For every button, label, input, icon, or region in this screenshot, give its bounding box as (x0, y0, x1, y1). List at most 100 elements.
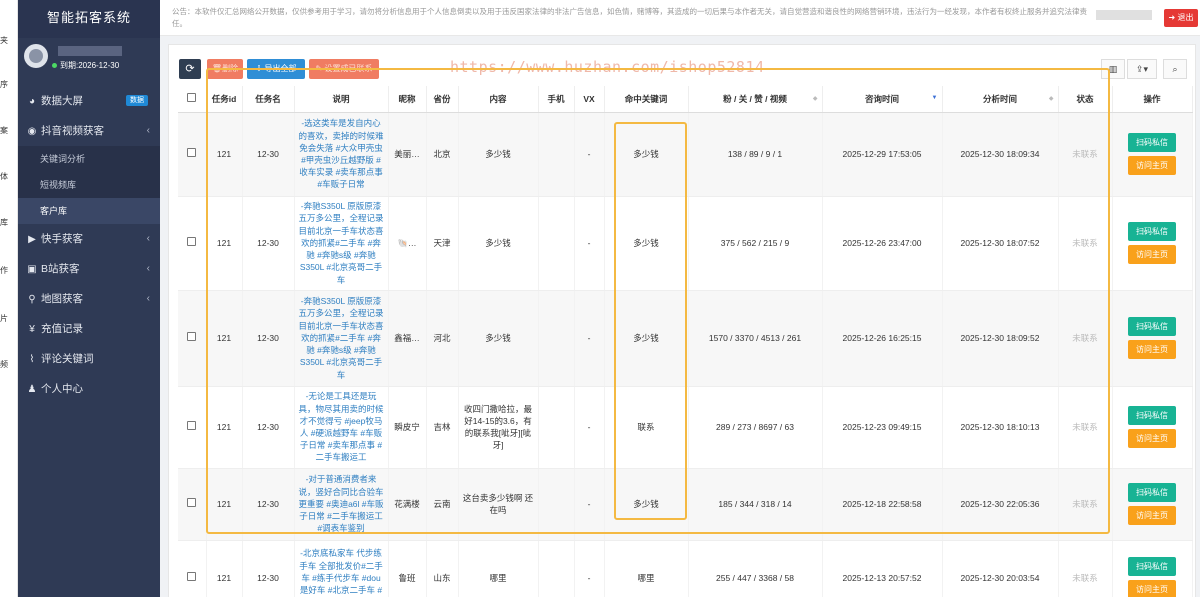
yen-icon: ¥ (29, 324, 35, 335)
header-task-name: 任务名 (242, 86, 295, 113)
chevron-icon: ‹ (146, 125, 150, 136)
cell-phone (538, 468, 575, 541)
refresh-icon: ⟳ (185, 63, 195, 75)
table-row: 121 12-30 -选这类车是发自内心的喜欢，卖掉的时候难免会失落 #大众甲壳虫 … (178, 112, 1193, 197)
sidebar-item-recharge[interactable]: ¥ 充值记录 (18, 314, 160, 344)
cell-phone (538, 112, 575, 197)
sidebar-item-label: B站获客 (41, 263, 80, 275)
scan-message-button[interactable]: 扫码私信 (1128, 222, 1176, 241)
export-dropdown-button[interactable]: ⇪▾ (1127, 59, 1157, 79)
sidebar-item-douyin[interactable]: ◉ 抖音视频获客 ‹ (18, 116, 160, 146)
cell-consult-time: 2025-12-23 09:49:15 (822, 386, 943, 469)
cell-select[interactable] (178, 112, 207, 197)
sidebar-item-data-dashboard[interactable]: ◕ 数据大屏 数据 (18, 86, 160, 116)
visit-homepage-button[interactable]: 访问主页 (1128, 245, 1176, 264)
exit-button[interactable]: ➜ 退出 (1164, 9, 1198, 27)
header-analyze-label: 分析时间 (982, 93, 1017, 104)
cell-vx: - (574, 196, 605, 291)
cell-vx: - (574, 386, 605, 469)
avatar[interactable] (24, 44, 48, 68)
header-stats[interactable]: 粉 / 关 / 赞 / 视频 ◆ (688, 86, 823, 113)
cell-keyword: 多少钱 (604, 112, 689, 197)
sidebar-item-label: 快手获客 (41, 233, 83, 245)
cell-select[interactable] (178, 196, 207, 291)
header-consult-label: 咨询时间 (864, 93, 899, 104)
scan-message-button[interactable]: 扫码私信 (1128, 557, 1176, 576)
export-dropdown-icon: ⇪▾ (1135, 64, 1149, 74)
export-all-button[interactable]: ⇩ 导出全部 (247, 59, 305, 79)
scan-message-button[interactable]: 扫码私信 (1128, 483, 1176, 502)
sidebar-item-kuaishou[interactable]: ▶ 快手获客 ‹ (18, 224, 160, 254)
header-phone: 手机 (538, 86, 575, 113)
cell-description[interactable]: -无论是工具还是玩具，物尽其用卖的时候才不觉得亏 #jeep牧马人 #硬派越野车… (294, 386, 389, 469)
visit-homepage-button[interactable]: 访问主页 (1128, 156, 1176, 175)
play-icon: ▶ (28, 234, 36, 245)
header-analyze-time[interactable]: 分析时间 ◆ (942, 86, 1059, 113)
cell-select[interactable] (178, 386, 207, 469)
visit-homepage-button[interactable]: 访问主页 (1128, 340, 1176, 359)
cell-stats: 185 / 344 / 318 / 14 (688, 468, 823, 541)
sidebar: 智能拓客系统 到期:2026-12-30 ◕ 数据大屏 数据 ◉ 抖音视频获客 ‹ … (18, 0, 160, 597)
search-button[interactable]: ⌕ (1163, 59, 1187, 79)
eye-icon: ◉ (27, 126, 37, 137)
cell-actions: 扫码私信 访问主页 (1112, 290, 1193, 387)
row-checkbox[interactable] (187, 236, 197, 246)
cell-select[interactable] (178, 468, 207, 541)
sidebar-nav: ◕ 数据大屏 数据 ◉ 抖音视频获客 ‹ 关键词分析 短视频库 客户库 ▶ 快手获客 … (18, 86, 160, 404)
scan-message-button[interactable]: 扫码私信 (1128, 317, 1176, 336)
chevron-icon: ‹ (146, 263, 150, 274)
select-all-checkbox[interactable] (187, 93, 197, 103)
visit-homepage-button[interactable]: 访问主页 (1128, 429, 1176, 448)
cell-stats: 289 / 273 / 8697 / 63 (688, 386, 823, 469)
cell-select[interactable] (178, 290, 207, 387)
user-panel: 到期:2026-12-30 (18, 38, 160, 86)
sidebar-item-map[interactable]: ⚲ 地图获客 ‹ (18, 284, 160, 314)
cell-description[interactable]: -奔驰S350L 原版原漆五万多公里，全程记录目前北京一手车状态喜欢的抓紧#二手… (294, 290, 389, 387)
cell-status: 未联系 (1058, 196, 1113, 291)
row-checkbox[interactable] (187, 497, 197, 507)
cell-task-id: 121 (206, 468, 243, 541)
header-province: 省份 (426, 86, 459, 113)
header-task-id: 任务id (206, 86, 243, 113)
exit-label: 退出 (1177, 13, 1194, 22)
cell-phone (538, 290, 575, 387)
cell-content: 多少钱 (458, 112, 539, 197)
cell-description[interactable]: -奔驰S350L 原版原漆五万多公里，全程记录目前北京一手车状态喜欢的抓紧#二手… (294, 196, 389, 291)
cell-province: 云南 (426, 468, 459, 541)
sidebar-item-label: 个人中心 (41, 383, 83, 395)
header-select-all[interactable] (178, 86, 207, 113)
cell-nickname: 花满楼 (388, 468, 427, 541)
cell-phone (538, 540, 575, 597)
cell-task-name: 12-30 (242, 112, 295, 197)
sidebar-subitem-video-library[interactable]: 短视频库 (18, 172, 160, 198)
cell-description[interactable]: -对于普通消费者来说，竖好合同比合验车更重要 #奥迪a6l #车贩子日常 #二手… (294, 468, 389, 541)
user-icon: ♟ (27, 384, 37, 395)
cell-keyword: 联系 (604, 386, 689, 469)
refresh-button[interactable]: ⟳ (179, 59, 201, 79)
cell-keyword: 多少钱 (604, 290, 689, 387)
notice-text: 公告：本软件仅汇总网络公开数据，仅供参考用于学习，请勿将分析信息用于个人信息倒卖… (172, 7, 1087, 28)
cell-description[interactable]: -北京底私家车 代步练手车 全部批发价#二手车 #练手代步车 #dou是好车 #… (294, 540, 389, 597)
sidebar-subitem-customer-library[interactable]: 客户库 (18, 198, 160, 224)
header-description: 说明 (294, 86, 389, 113)
scan-message-button[interactable]: 扫码私信 (1128, 406, 1176, 425)
cell-description[interactable]: -选这类车是发自内心的喜欢，卖掉的时候难免会失落 #大众甲壳虫 #甲壳虫沙丘越野… (294, 112, 389, 197)
row-checkbox[interactable] (187, 331, 197, 341)
header-consult-time[interactable]: 咨询时间 ▼ (822, 86, 943, 113)
sidebar-item-bilibili[interactable]: ▣ B站获客 ‹ (18, 254, 160, 284)
mark-contacted-button[interactable]: ✎ 设置成已联系 (309, 59, 379, 79)
delete-button[interactable]: 🗑删除 (207, 59, 243, 79)
visit-homepage-button[interactable]: 访问主页 (1128, 580, 1176, 597)
columns-toggle-button[interactable]: ▥ (1101, 59, 1125, 79)
header-keyword: 命中关键词 (604, 86, 689, 113)
scan-message-button[interactable]: 扫码私信 (1128, 133, 1176, 152)
visit-homepage-button[interactable]: 访问主页 (1128, 506, 1176, 525)
row-checkbox[interactable] (187, 147, 197, 157)
cell-keyword: 多少钱 (604, 468, 689, 541)
sidebar-item-profile[interactable]: ♟ 个人中心 (18, 374, 160, 404)
row-checkbox[interactable] (187, 420, 197, 430)
sidebar-subitem-keyword-analysis[interactable]: 关键词分析 (18, 146, 160, 172)
cell-select[interactable] (178, 540, 207, 597)
sidebar-item-comment-keywords[interactable]: ⌇ 评论关键词 (18, 344, 160, 374)
row-checkbox[interactable] (187, 571, 197, 581)
